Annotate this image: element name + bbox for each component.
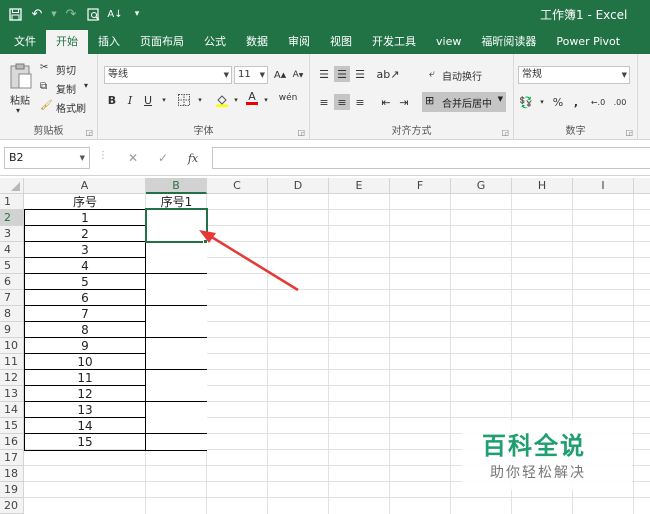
watermark-subtitle: 助你轻松解决 xyxy=(490,465,586,481)
watermark-title: 百科全说 xyxy=(482,432,586,460)
watermark: 百科全说 助你轻松解决 xyxy=(462,420,632,490)
